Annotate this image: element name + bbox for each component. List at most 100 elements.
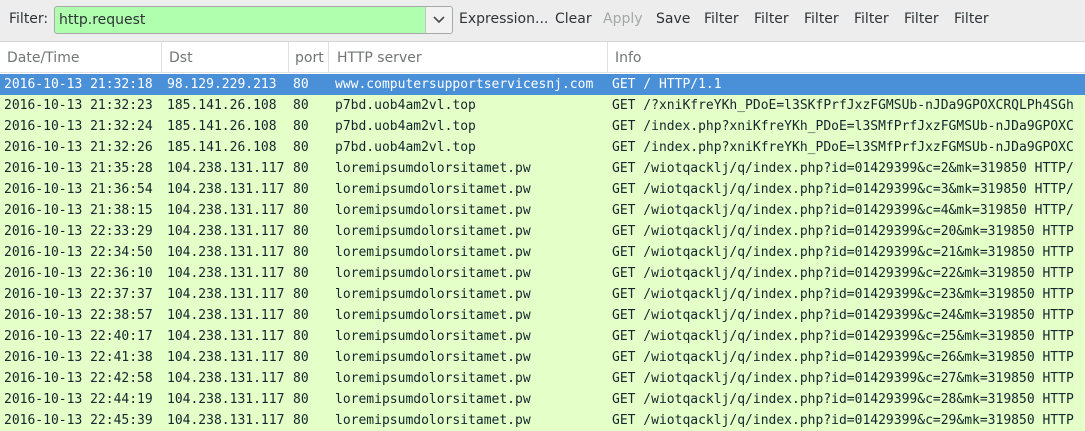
cell-dst: 104.238.131.117 [167,266,285,281]
cell-datetime: 2016-10-13 22:33:29 [4,224,153,239]
column-header-info[interactable]: Info [615,50,815,66]
cell-http-server: loremipsumdolorsitamet.pw [335,161,531,176]
packet-row[interactable]: 2016-10-13 22:44:19 104.238.131.117 80 lore… [0,389,1085,410]
cell-http-server: loremipsumdolorsitamet.pw [335,413,531,428]
cell-info: GET /wiotqacklj/q/index.php?id=01429399&… [612,203,1074,218]
cell-dst: 104.238.131.117 [167,371,285,386]
cell-http-server: loremipsumdolorsitamet.pw [335,266,531,281]
cell-port: 80 [293,413,309,428]
cell-port: 80 [293,77,309,92]
filter-button-5[interactable]: Filter [904,11,939,27]
cell-port: 80 [293,287,309,302]
cell-dst: 104.238.131.117 [167,413,285,428]
packet-row[interactable]: 2016-10-13 21:32:18 98.129.229.213 80 www.c… [0,74,1085,95]
cell-datetime: 2016-10-13 21:32:18 [4,77,153,92]
cell-info: GET /index.php?xniKfreYKh_PDoE=l3SMfPrfJ… [612,140,1074,155]
filter-label: Filter: [9,11,49,27]
filter-button-3[interactable]: Filter [804,11,839,27]
chevron-down-icon [433,16,445,24]
packet-row[interactable]: 2016-10-13 21:36:54 104.238.131.117 80 lore… [0,179,1085,200]
filter-history-dropdown-button[interactable] [425,7,452,33]
cell-info: GET /wiotqacklj/q/index.php?id=01429399&… [612,350,1074,365]
cell-port: 80 [293,203,309,218]
cell-info: GET /wiotqacklj/q/index.php?id=01429399&… [612,287,1074,302]
packet-row[interactable]: 2016-10-13 22:36:10 104.238.131.117 80 lore… [0,263,1085,284]
cell-port: 80 [293,350,309,365]
cell-http-server: loremipsumdolorsitamet.pw [335,182,531,197]
cell-info: GET / HTTP/1.1 [612,77,722,92]
cell-info: GET /?xniKfreYKh_PDoE=l3SKfPrfJxzFGMSUb-… [612,98,1074,113]
packet-row[interactable]: 2016-10-13 22:33:29 104.238.131.117 80 lore… [0,221,1085,242]
cell-info: GET /wiotqacklj/q/index.php?id=01429399&… [612,413,1074,428]
cell-http-server: loremipsumdolorsitamet.pw [335,392,531,407]
cell-info: GET /wiotqacklj/q/index.php?id=01429399&… [612,245,1074,260]
cell-http-server: loremipsumdolorsitamet.pw [335,371,531,386]
cell-datetime: 2016-10-13 21:36:54 [4,182,153,197]
cell-info: GET /wiotqacklj/q/index.php?id=01429399&… [612,161,1074,176]
packet-row[interactable]: 2016-10-13 22:41:38 104.238.131.117 80 lore… [0,347,1085,368]
cell-http-server: loremipsumdolorsitamet.pw [335,224,531,239]
cell-info: GET /wiotqacklj/q/index.php?id=01429399&… [612,392,1074,407]
save-button[interactable]: Save [656,11,690,27]
filter-button-1[interactable]: Filter [704,11,739,27]
column-divider[interactable] [288,42,289,72]
packet-row[interactable]: 2016-10-13 22:40:17 104.238.131.117 80 lore… [0,326,1085,347]
cell-dst: 104.238.131.117 [167,287,285,302]
column-divider[interactable] [328,42,329,72]
cell-dst: 104.238.131.117 [167,392,285,407]
packet-row[interactable]: 2016-10-13 21:38:15 104.238.131.117 80 lore… [0,200,1085,221]
cell-datetime: 2016-10-13 21:35:28 [4,161,153,176]
packet-row[interactable]: 2016-10-13 22:38:57 104.238.131.117 80 lore… [0,305,1085,326]
packet-row[interactable]: 2016-10-13 21:35:28 104.238.131.117 80 lore… [0,158,1085,179]
cell-dst: 104.238.131.117 [167,161,285,176]
cell-datetime: 2016-10-13 22:36:10 [4,266,153,281]
packet-row[interactable]: 2016-10-13 22:42:58 104.238.131.117 80 lore… [0,368,1085,389]
cell-dst: 185.141.26.108 [167,98,277,113]
filter-button-4[interactable]: Filter [854,11,889,27]
cell-port: 80 [293,119,309,134]
cell-http-server: loremipsumdolorsitamet.pw [335,287,531,302]
cell-datetime: 2016-10-13 21:32:26 [4,140,153,155]
cell-http-server: loremipsumdolorsitamet.pw [335,203,531,218]
cell-dst: 98.129.229.213 [167,77,277,92]
cell-http-server: loremipsumdolorsitamet.pw [335,245,531,260]
packet-row[interactable]: 2016-10-13 22:45:39 104.238.131.117 80 lore… [0,410,1085,431]
cell-port: 80 [293,140,309,155]
cell-info: GET /wiotqacklj/q/index.php?id=01429399&… [612,182,1074,197]
column-header-port[interactable]: port [295,50,325,66]
cell-dst: 104.238.131.117 [167,308,285,323]
column-divider[interactable] [161,42,162,72]
packet-row[interactable]: 2016-10-13 22:37:37 104.238.131.117 80 lore… [0,284,1085,305]
cell-port: 80 [293,266,309,281]
expression-button[interactable]: Expression... [459,11,548,27]
column-header-http-server[interactable]: HTTP server [337,50,602,66]
cell-http-server: p7bd.uob4am2vl.top [335,98,476,113]
cell-http-server: p7bd.uob4am2vl.top [335,119,476,134]
cell-datetime: 2016-10-13 21:32:23 [4,98,153,113]
cell-info: GET /wiotqacklj/q/index.php?id=01429399&… [612,329,1074,344]
cell-port: 80 [293,98,309,113]
packet-row[interactable]: 2016-10-13 22:34:50 104.238.131.117 80 lore… [0,242,1085,263]
display-filter-combo[interactable] [54,6,453,34]
packet-row[interactable]: 2016-10-13 21:32:24 185.141.26.108 80 p7bd.… [0,116,1085,137]
cell-http-server: www.computersupportservicesnj.com [335,77,594,92]
filter-button-6[interactable]: Filter [954,11,989,27]
filter-button-2[interactable]: Filter [754,11,789,27]
apply-button[interactable]: Apply [603,11,643,27]
cell-dst: 104.238.131.117 [167,203,285,218]
cell-datetime: 2016-10-13 22:38:57 [4,308,153,323]
column-divider[interactable] [607,42,608,72]
column-header-datetime[interactable]: Date/Time [7,50,157,66]
clear-button[interactable]: Clear [555,11,592,27]
cell-datetime: 2016-10-13 22:40:17 [4,329,153,344]
cell-dst: 104.238.131.117 [167,224,285,239]
cell-info: GET /wiotqacklj/q/index.php?id=01429399&… [612,266,1074,281]
packet-row[interactable]: 2016-10-13 21:32:23 185.141.26.108 80 p7bd.… [0,95,1085,116]
cell-info: GET /wiotqacklj/q/index.php?id=01429399&… [612,224,1074,239]
cell-info: GET /wiotqacklj/q/index.php?id=01429399&… [612,308,1074,323]
display-filter-input[interactable] [55,7,425,33]
cell-dst: 104.238.131.117 [167,329,285,344]
packet-row[interactable]: 2016-10-13 21:32:26 185.141.26.108 80 p7bd.… [0,137,1085,158]
cell-port: 80 [293,371,309,386]
column-header-dst[interactable]: Dst [169,50,284,66]
